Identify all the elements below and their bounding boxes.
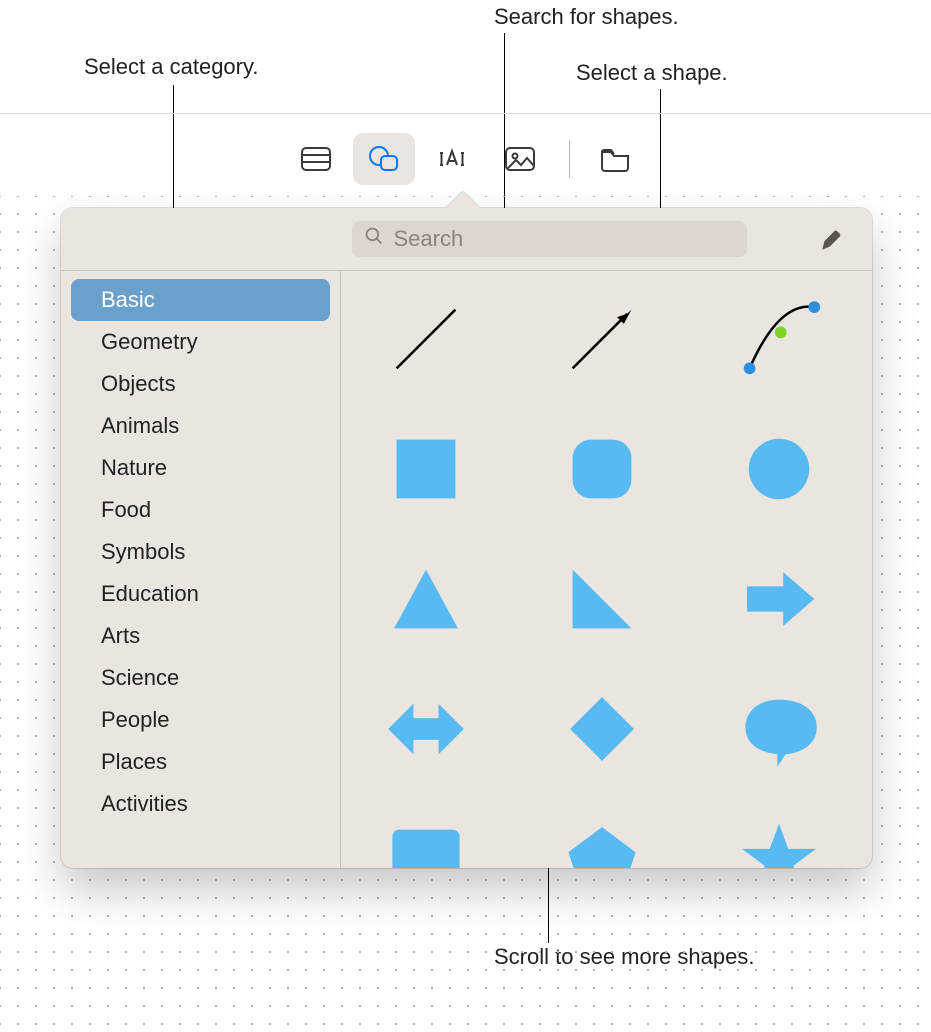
category-objects[interactable]: Objects: [71, 363, 330, 405]
toolbar-button-table[interactable]: [285, 133, 347, 185]
category-sidebar: Basic Geometry Objects Animals Nature Fo…: [61, 271, 341, 868]
callout-category: Select a category.: [84, 54, 258, 80]
toolbar-button-folder[interactable]: [584, 133, 646, 185]
callout-search: Search for shapes.: [494, 4, 679, 30]
category-people[interactable]: People: [71, 699, 330, 741]
toolbar-button-image[interactable]: [489, 133, 551, 185]
window-divider: [0, 113, 931, 114]
category-symbols[interactable]: Symbols: [71, 531, 330, 573]
category-science[interactable]: Science: [71, 657, 330, 699]
toolbar-button-shapes[interactable]: [353, 133, 415, 185]
shape-speech-bubble-oval[interactable]: [724, 679, 834, 779]
shape-arrow-right[interactable]: [724, 549, 834, 649]
category-nature[interactable]: Nature: [71, 447, 330, 489]
shape-circle[interactable]: [724, 419, 834, 519]
shape-line[interactable]: [371, 289, 481, 389]
category-animals[interactable]: Animals: [71, 405, 330, 447]
shape-triangle[interactable]: [371, 549, 481, 649]
category-education[interactable]: Education: [71, 573, 330, 615]
shape-star[interactable]: [724, 809, 834, 868]
category-places[interactable]: Places: [71, 741, 330, 783]
shape-diamond[interactable]: [547, 679, 657, 779]
search-icon: [364, 226, 384, 252]
shape-rounded-square[interactable]: [547, 419, 657, 519]
shapes-popover: Search Basic Geometry Objects Animals Na…: [61, 208, 872, 868]
search-input[interactable]: Search: [352, 221, 747, 257]
shape-square[interactable]: [371, 419, 481, 519]
callout-shape: Select a shape.: [576, 60, 728, 86]
shape-pentagon[interactable]: [547, 809, 657, 868]
category-geometry[interactable]: Geometry: [71, 321, 330, 363]
category-food[interactable]: Food: [71, 489, 330, 531]
shape-arrow-line[interactable]: [547, 289, 657, 389]
shapes-grid: [341, 271, 872, 868]
shape-right-triangle[interactable]: [547, 549, 657, 649]
pen-tool-button[interactable]: [814, 222, 850, 258]
category-arts[interactable]: Arts: [71, 615, 330, 657]
toolbar-button-textbox[interactable]: [421, 133, 483, 185]
shape-speech-bubble-rect[interactable]: [371, 809, 481, 868]
shape-curve[interactable]: [724, 289, 834, 389]
search-placeholder: Search: [394, 226, 464, 252]
category-activities[interactable]: Activities: [71, 783, 330, 825]
toolbar: [0, 124, 931, 194]
category-basic[interactable]: Basic: [71, 279, 330, 321]
shape-double-arrow[interactable]: [371, 679, 481, 779]
toolbar-separator: [569, 140, 570, 178]
